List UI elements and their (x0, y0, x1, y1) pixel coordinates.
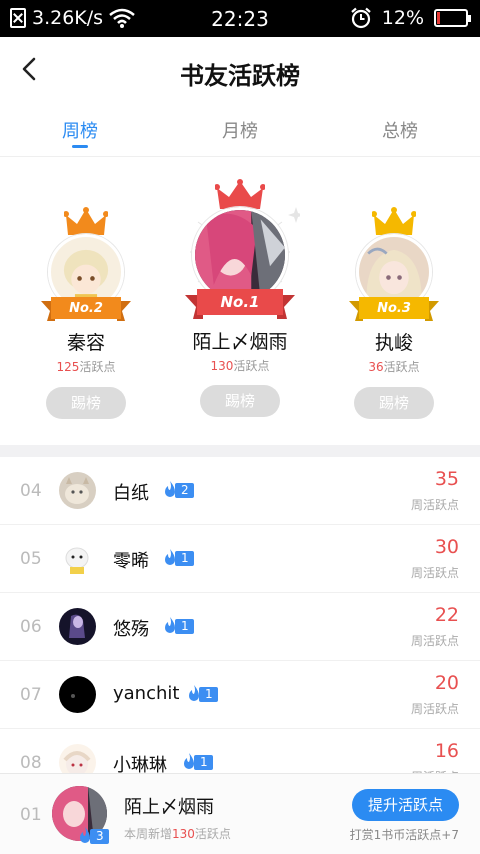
list-item[interactable]: 04 白纸 2 35 周活跃点 (0, 457, 480, 525)
rank-number: 07 (20, 685, 42, 705)
kick-button[interactable]: 踢榜 (200, 385, 280, 417)
reward-tip: 打赏1书币活跃点+7 (349, 828, 459, 842)
list-item[interactable]: 07 yanchit 1 20 周活跃点 (0, 661, 480, 729)
kick-button[interactable]: 踢榜 (46, 387, 126, 419)
rank-number: 08 (20, 753, 42, 773)
rank-number: 05 (20, 549, 42, 569)
rank-label: No.1 (220, 293, 260, 311)
rank-list: 04 白纸 2 35 周活跃点 05 零晞 1 30 周活跃点 06 悠殇 1 … (0, 457, 480, 797)
avatar[interactable] (59, 608, 96, 645)
rank-number: 06 (20, 617, 42, 637)
user-name: 悠殇 (113, 619, 149, 640)
score-value: 20 (434, 672, 459, 694)
status-bar: 3.26K/s 22:23 12% (0, 0, 480, 37)
points-value: 130 (210, 359, 234, 373)
kick-button[interactable]: 踢榜 (354, 387, 434, 419)
battery-icon (434, 9, 471, 27)
podium-card-first: No.1 陌上〆烟雨 130活跃点 踢榜 (160, 157, 320, 445)
podium-name: 执峻 (374, 332, 413, 354)
podium-points: 36活跃点 (314, 358, 474, 375)
level-number: 2 (175, 482, 194, 498)
level-badge: 1 (163, 549, 194, 566)
level-number: 1 (175, 550, 194, 566)
alarm-icon (351, 7, 371, 29)
level-number: 1 (199, 686, 218, 702)
score-value: 35 (434, 468, 459, 490)
level-badge: 2 (163, 481, 194, 498)
score-value: 22 (434, 604, 459, 626)
gain-suffix: 活跃点 (194, 827, 231, 841)
battery-level (437, 12, 440, 24)
my-rank-bar: 01 3 陌上〆烟雨 本周新增130活跃点 提升活跃点 打赏1书币活跃点+7 (0, 773, 480, 854)
rank-number: 01 (20, 805, 42, 825)
flame-icon (165, 481, 175, 497)
rank-ribbon-no2: No.2 (41, 297, 131, 323)
user-name: 零晞 (113, 551, 149, 572)
user-name: 陌上〆烟雨 (124, 797, 214, 818)
top-three-podium: No.2 秦容 125活跃点 踢榜 No.1 陌上〆烟雨 130活跃点 踢榜 N… (0, 157, 480, 445)
level-number: 1 (194, 754, 213, 770)
level-badge: 1 (163, 617, 194, 634)
score-label: 周活跃点 (410, 702, 459, 716)
podium-name: 秦容 (66, 332, 105, 354)
tab-monthly[interactable]: 月榜 (160, 105, 320, 156)
podium-points: 130活跃点 (160, 357, 320, 374)
crown-icon (372, 207, 416, 237)
period-tabs: 周榜 月榜 总榜 (0, 105, 480, 157)
rank-label: No.3 (377, 301, 411, 316)
crown-icon (64, 207, 108, 237)
level-number: 3 (90, 828, 109, 844)
battery-percent: 12% (381, 7, 424, 29)
flame-icon (165, 617, 175, 633)
points-suffix: 活跃点 (383, 360, 420, 374)
boost-activity-button[interactable]: 提升活跃点 (352, 789, 459, 821)
user-name: 白纸 (113, 483, 149, 504)
rank-label: No.2 (69, 301, 103, 316)
section-divider (0, 445, 480, 457)
podium-points: 125活跃点 (6, 358, 166, 375)
tab-weekly[interactable]: 周榜 (0, 105, 160, 156)
podium-card-third: No.3 执峻 36活跃点 踢榜 (314, 157, 474, 445)
nav-header: 书友活跃榜 (0, 37, 480, 105)
status-right: 12% (350, 7, 471, 29)
list-item[interactable]: 05 零晞 1 30 周活跃点 (0, 525, 480, 593)
avatar[interactable] (59, 540, 96, 577)
gain-value: 130 (172, 827, 195, 841)
points-suffix: 活跃点 (233, 359, 270, 373)
user-name: yanchit (113, 683, 180, 704)
flame-icon (165, 549, 175, 565)
score-label: 周活跃点 (410, 498, 459, 512)
gain-prefix: 本周新增 (124, 827, 173, 841)
level-badge: 3 (78, 827, 109, 844)
rank-number: 04 (20, 481, 42, 501)
score-label: 周活跃点 (410, 634, 459, 648)
avatar-image (195, 210, 285, 300)
points-value: 125 (56, 360, 80, 374)
avatar[interactable] (59, 676, 96, 713)
score-value: 30 (434, 536, 459, 558)
podium-name: 陌上〆烟雨 (192, 331, 288, 353)
score-value: 16 (434, 740, 459, 762)
list-item[interactable]: 06 悠殇 1 22 周活跃点 (0, 593, 480, 661)
flame-icon (184, 753, 194, 769)
points-suffix: 活跃点 (79, 360, 116, 374)
level-badge: 1 (187, 685, 218, 702)
weekly-gain: 本周新增130活跃点 (124, 825, 231, 842)
rank-ribbon-no1: No.1 (185, 289, 295, 321)
podium-card-second: No.2 秦容 125活跃点 踢榜 (6, 157, 166, 445)
points-value: 36 (368, 360, 384, 374)
flame-icon (80, 827, 90, 843)
avatar[interactable] (59, 472, 96, 509)
score-label: 周活跃点 (410, 566, 459, 580)
page-title: 书友活跃榜 (180, 62, 300, 90)
tab-total[interactable]: 总榜 (320, 105, 480, 156)
level-number: 1 (175, 618, 194, 634)
level-badge: 1 (182, 753, 213, 770)
rank-ribbon-no3: No.3 (349, 297, 439, 323)
flame-icon (189, 685, 199, 701)
